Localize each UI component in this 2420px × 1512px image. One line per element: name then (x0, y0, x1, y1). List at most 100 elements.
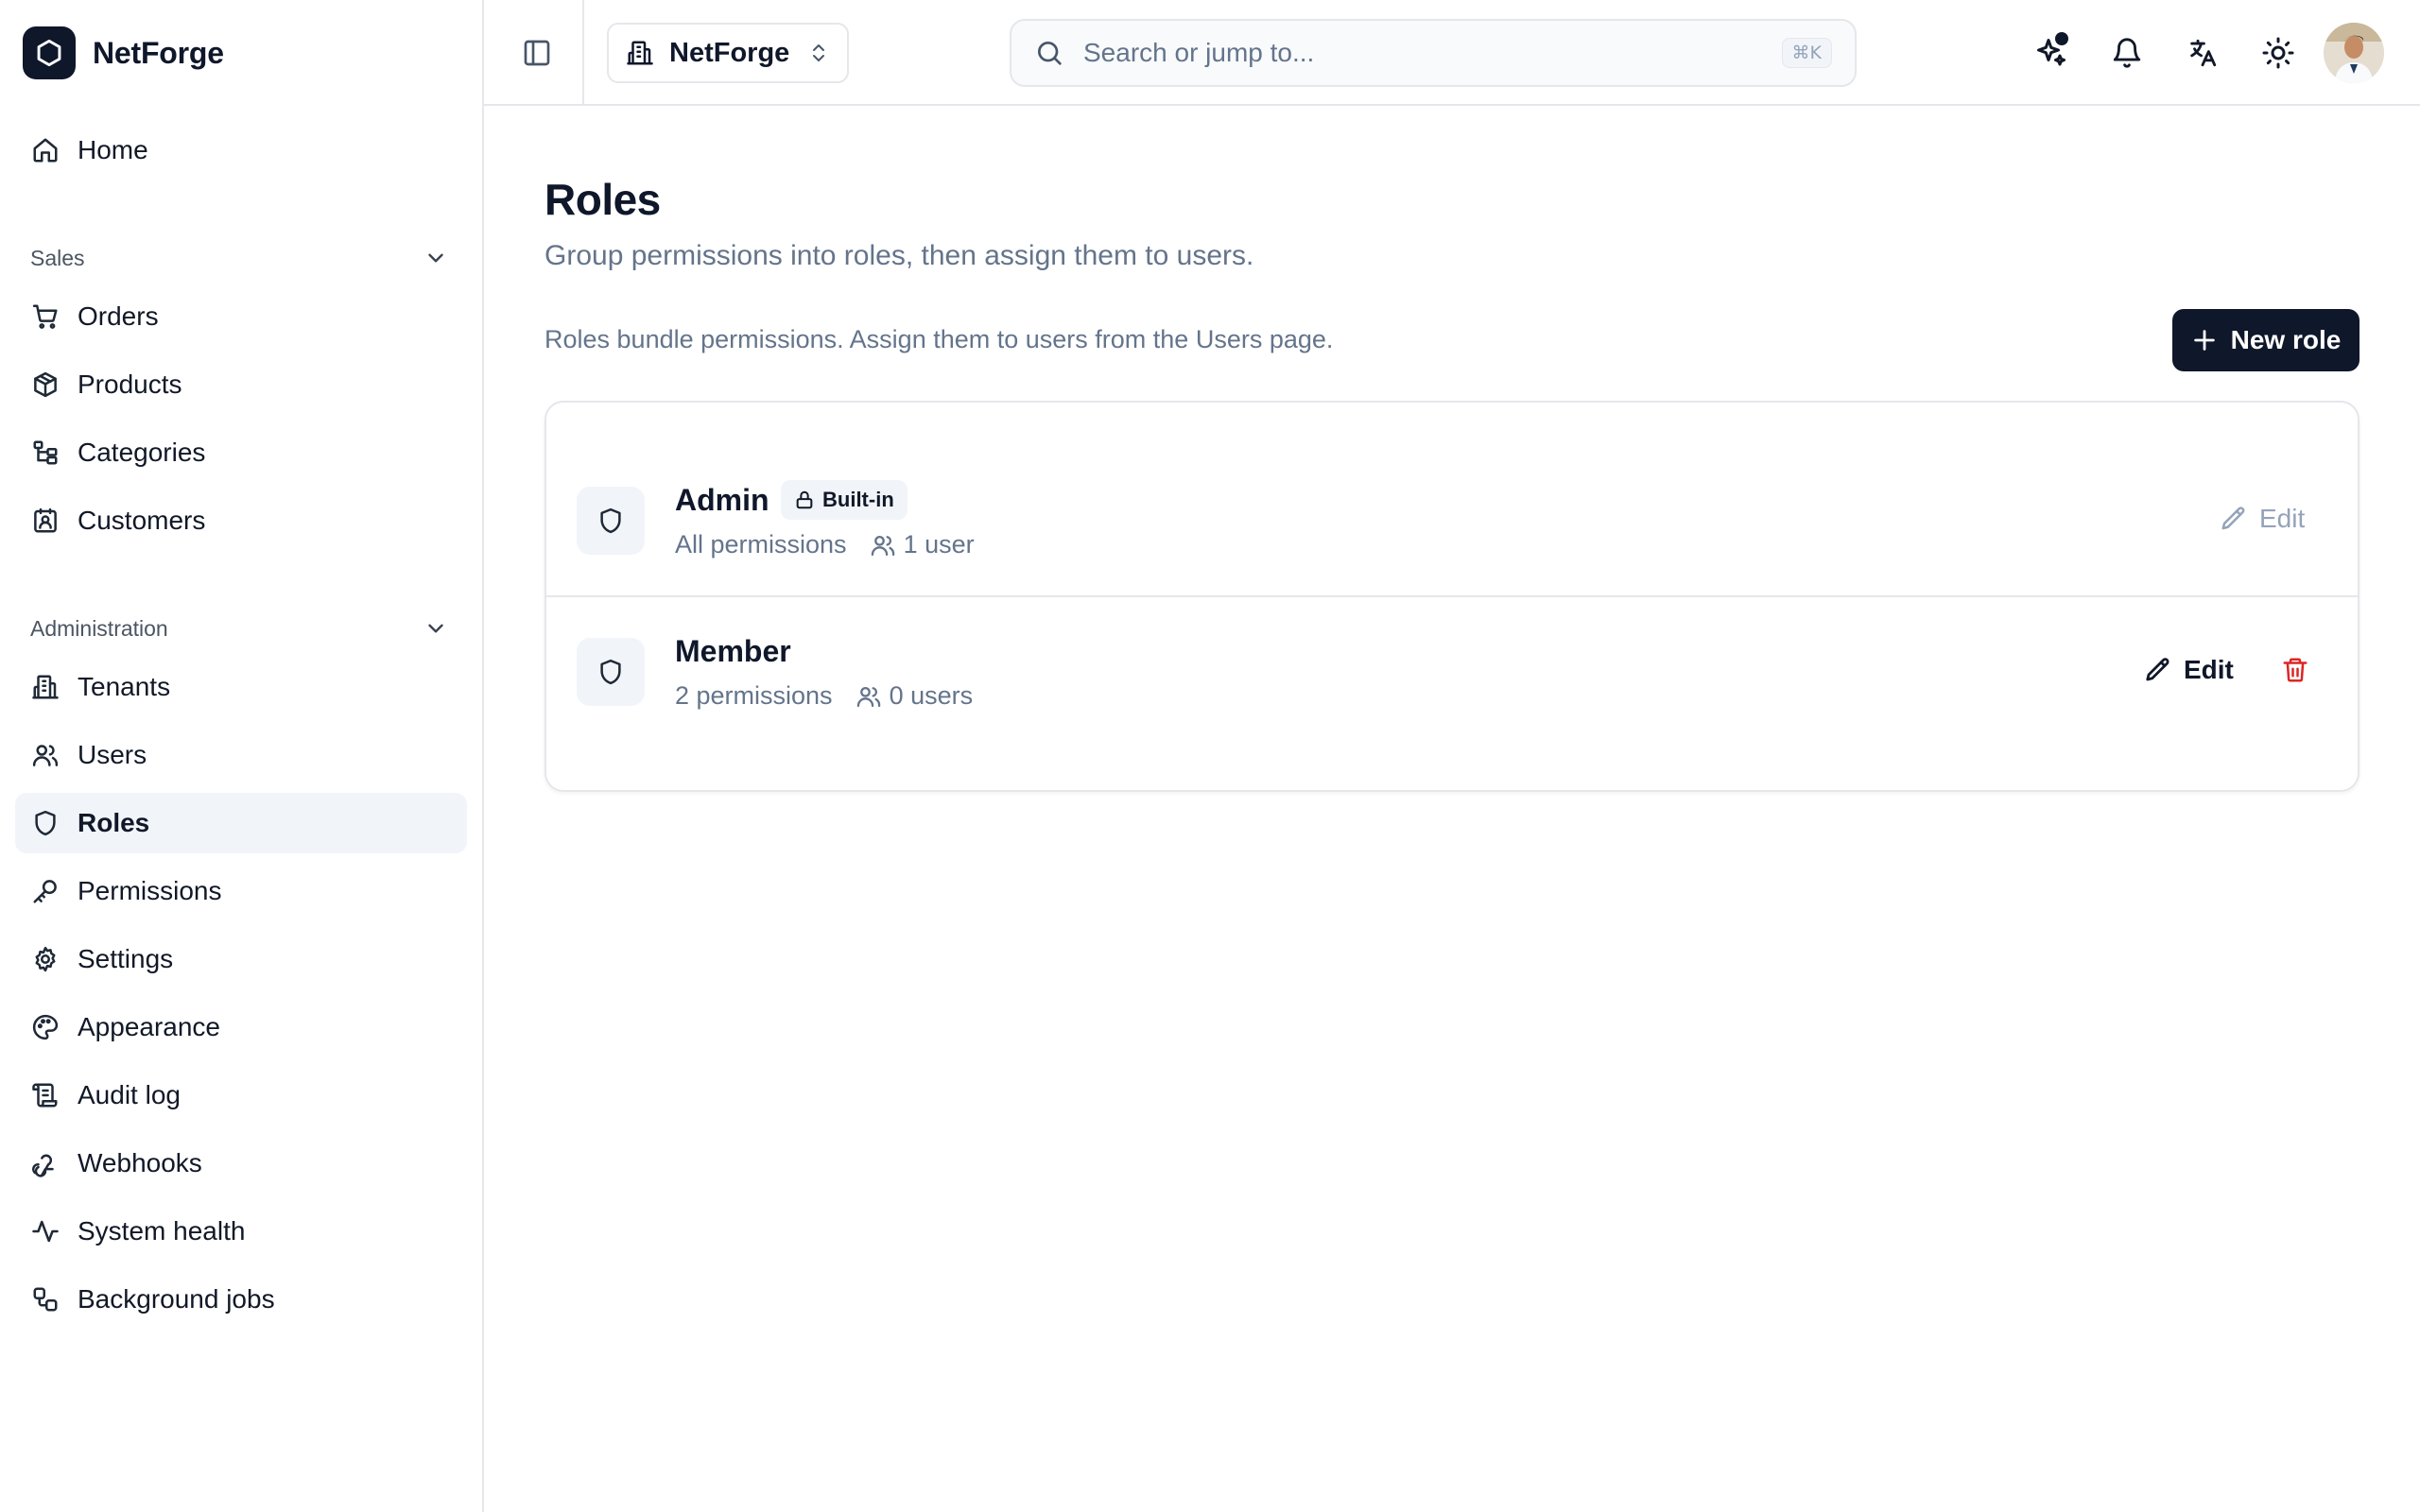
plus-icon (2191, 327, 2218, 353)
sidebar-item-categories[interactable]: Categories (15, 422, 467, 483)
notifications-button[interactable] (2104, 30, 2150, 76)
section-toggle-sales[interactable]: Sales (15, 237, 467, 279)
sun-icon (2261, 36, 2295, 70)
sidebar-item-label: Home (78, 135, 148, 164)
sidebar-item-audit-log[interactable]: Audit log (15, 1065, 467, 1125)
workflow-icon (30, 1284, 60, 1314)
chevrons-up-down-icon (807, 42, 830, 64)
app-name: NetForge (93, 35, 224, 70)
sidebar-item-label: Permissions (78, 876, 222, 905)
scroll-icon (30, 1080, 60, 1110)
sidebar-item-orders[interactable]: Orders (15, 286, 467, 347)
sidebar-item-appearance[interactable]: Appearance (15, 997, 467, 1057)
sidebar-item-tenants[interactable]: Tenants (15, 657, 467, 717)
theme-toggle-button[interactable] (2256, 30, 2301, 76)
sidebar-item-label: Users (78, 740, 147, 769)
ai-assistant-button[interactable] (2029, 30, 2074, 76)
sidebar-toggle-button[interactable] (518, 34, 556, 72)
new-role-button[interactable]: New role (2172, 309, 2360, 371)
role-row-admin: Admin Built-in All permissions 1 user Ed… (546, 447, 2358, 596)
role-permissions: All permissions (675, 530, 847, 558)
role-row-member: Member 2 permissions 0 users Edit (546, 598, 2358, 747)
badge-label: Built-in (822, 488, 894, 511)
section-label: Administration (30, 615, 168, 641)
shield-icon (30, 808, 60, 838)
edit-role-button[interactable]: Edit (2144, 647, 2234, 693)
delete-role-button[interactable] (2273, 647, 2318, 693)
role-user-count: 0 users (889, 681, 974, 710)
sidebar-item-label: Roles (78, 808, 150, 837)
search-shortcut: ⌘K (1781, 38, 1832, 68)
search-placeholder: Search or jump to... (1083, 38, 1315, 67)
shield-icon (577, 487, 645, 555)
pencil-icon (2220, 505, 2248, 533)
lock-icon (794, 490, 815, 510)
webhook-icon (30, 1148, 60, 1178)
new-role-label: New role (2230, 325, 2342, 354)
palette-icon (30, 1012, 60, 1042)
activity-icon (30, 1216, 60, 1246)
users-icon (870, 532, 896, 558)
sidebar-item-permissions[interactable]: Permissions (15, 861, 467, 921)
sidebar-item-customers[interactable]: Customers (15, 490, 467, 551)
avatar[interactable] (2324, 23, 2384, 83)
users-icon (30, 740, 60, 770)
sidebar-item-products[interactable]: Products (15, 354, 467, 415)
tenant-name: NetForge (669, 37, 790, 68)
cart-icon (30, 301, 60, 332)
users-icon (856, 683, 882, 710)
home-icon (30, 135, 60, 165)
logo-icon (23, 26, 76, 79)
panel-left-icon (522, 38, 552, 68)
page-subtitle: Group permissions into roles, then assig… (544, 240, 1254, 271)
section-label: Sales (30, 245, 85, 270)
search-icon (1034, 38, 1064, 68)
role-users: 0 users (856, 681, 974, 711)
edit-role-button[interactable]: Edit (2220, 496, 2305, 541)
brand[interactable]: NetForge (23, 25, 224, 81)
sidebar-item-users[interactable]: Users (15, 725, 467, 785)
sidebar-item-label: Customers (78, 506, 206, 535)
role-name: Member (675, 634, 791, 668)
role-users: 1 user (870, 530, 975, 559)
section-toggle-administration[interactable]: Administration (15, 608, 467, 649)
tenant-switcher[interactable]: NetForge (607, 23, 849, 83)
sidebar-item-webhooks[interactable]: Webhooks (15, 1133, 467, 1194)
sidebar-item-roles[interactable]: Roles (15, 793, 467, 853)
sidebar-item-label: Settings (78, 944, 174, 973)
divider (546, 595, 2358, 597)
shield-icon (577, 638, 645, 706)
trash-icon (2281, 656, 2309, 684)
sidebar-item-settings[interactable]: Settings (15, 929, 467, 989)
bell-icon (2111, 37, 2143, 69)
package-icon (30, 369, 60, 400)
sidebar-item-home[interactable]: Home (15, 120, 467, 180)
topbar: NetForge Search or jump to... ⌘K (484, 0, 2420, 106)
sidebar-item-label: Appearance (78, 1012, 221, 1041)
sidebar-item-label: System health (78, 1216, 246, 1246)
edit-label: Edit (2259, 504, 2306, 533)
gear-icon (30, 944, 60, 974)
sidebar-item-label: Tenants (78, 672, 171, 701)
sidebar: NetForge Home Sales Orders Products Cate… (0, 0, 484, 1512)
edit-label: Edit (2184, 655, 2234, 684)
sidebar-item-label: Audit log (78, 1080, 181, 1109)
sidebar-item-background-jobs[interactable]: Background jobs (15, 1269, 467, 1330)
role-name: Admin (675, 483, 769, 517)
search-input[interactable]: Search or jump to... ⌘K (1010, 19, 1857, 87)
sidebar-item-label: Categories (78, 438, 206, 467)
sidebar-item-system-health[interactable]: System health (15, 1201, 467, 1262)
sidebar-item-label: Products (78, 369, 182, 399)
sidebar-item-label: Orders (78, 301, 159, 331)
key-icon (30, 876, 60, 906)
role-meta: 2 permissions 0 users (675, 681, 973, 711)
role-user-count: 1 user (903, 530, 975, 558)
folder-tree-icon (30, 438, 60, 468)
language-button[interactable] (2180, 30, 2225, 76)
pencil-icon (2144, 656, 2172, 684)
role-meta: All permissions 1 user (675, 530, 975, 559)
chevron-down-icon (424, 246, 448, 270)
divider (582, 0, 584, 104)
notification-dot (2055, 32, 2068, 45)
languages-icon (2187, 37, 2219, 69)
